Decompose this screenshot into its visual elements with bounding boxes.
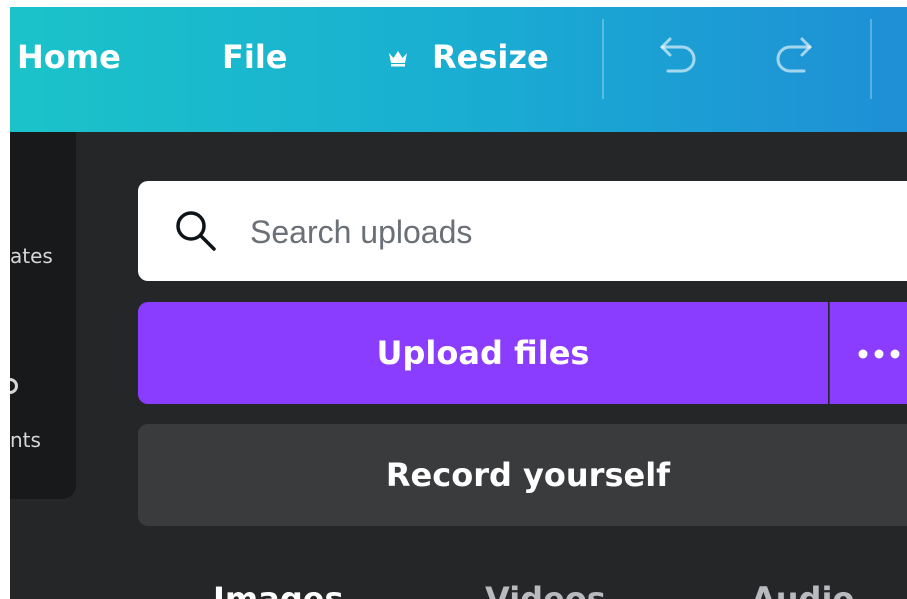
redo-icon[interactable] xyxy=(774,37,818,73)
tab-videos[interactable]: Videos xyxy=(485,580,606,599)
record-yourself-button[interactable]: Record yourself xyxy=(138,424,907,526)
sidebar-item-templates[interactable]: ates xyxy=(10,244,53,268)
search-bar xyxy=(138,181,907,281)
undo-icon[interactable] xyxy=(654,37,698,73)
top-toolbar: Home File Resize xyxy=(10,7,907,132)
more-options-button[interactable] xyxy=(829,302,907,404)
record-yourself-label: Record yourself xyxy=(385,456,671,494)
upload-files-label: Upload files xyxy=(376,334,590,372)
tab-images[interactable]: Images xyxy=(213,580,344,599)
sidebar-item-elements[interactable]: nts xyxy=(10,428,41,452)
upload-files-button[interactable]: Upload files xyxy=(138,302,828,404)
search-icon xyxy=(172,207,220,255)
tab-audio[interactable]: Audio xyxy=(751,580,854,599)
editor-window: Home File Resize ates nts Search uploads… xyxy=(10,7,907,599)
uploads-panel: ates nts Upload files xyxy=(10,132,907,599)
resize-button[interactable]: Resize xyxy=(432,37,549,77)
more-horizontal-icon xyxy=(856,346,907,360)
file-menu-button[interactable]: File xyxy=(222,37,288,77)
toolbar-divider xyxy=(870,19,872,99)
search-input[interactable] xyxy=(248,207,852,257)
home-button[interactable]: Home xyxy=(17,37,121,77)
elements-icon xyxy=(10,378,18,394)
crown-icon xyxy=(387,49,409,67)
left-sidebar: ates nts xyxy=(10,132,76,499)
toolbar-divider xyxy=(602,19,604,99)
